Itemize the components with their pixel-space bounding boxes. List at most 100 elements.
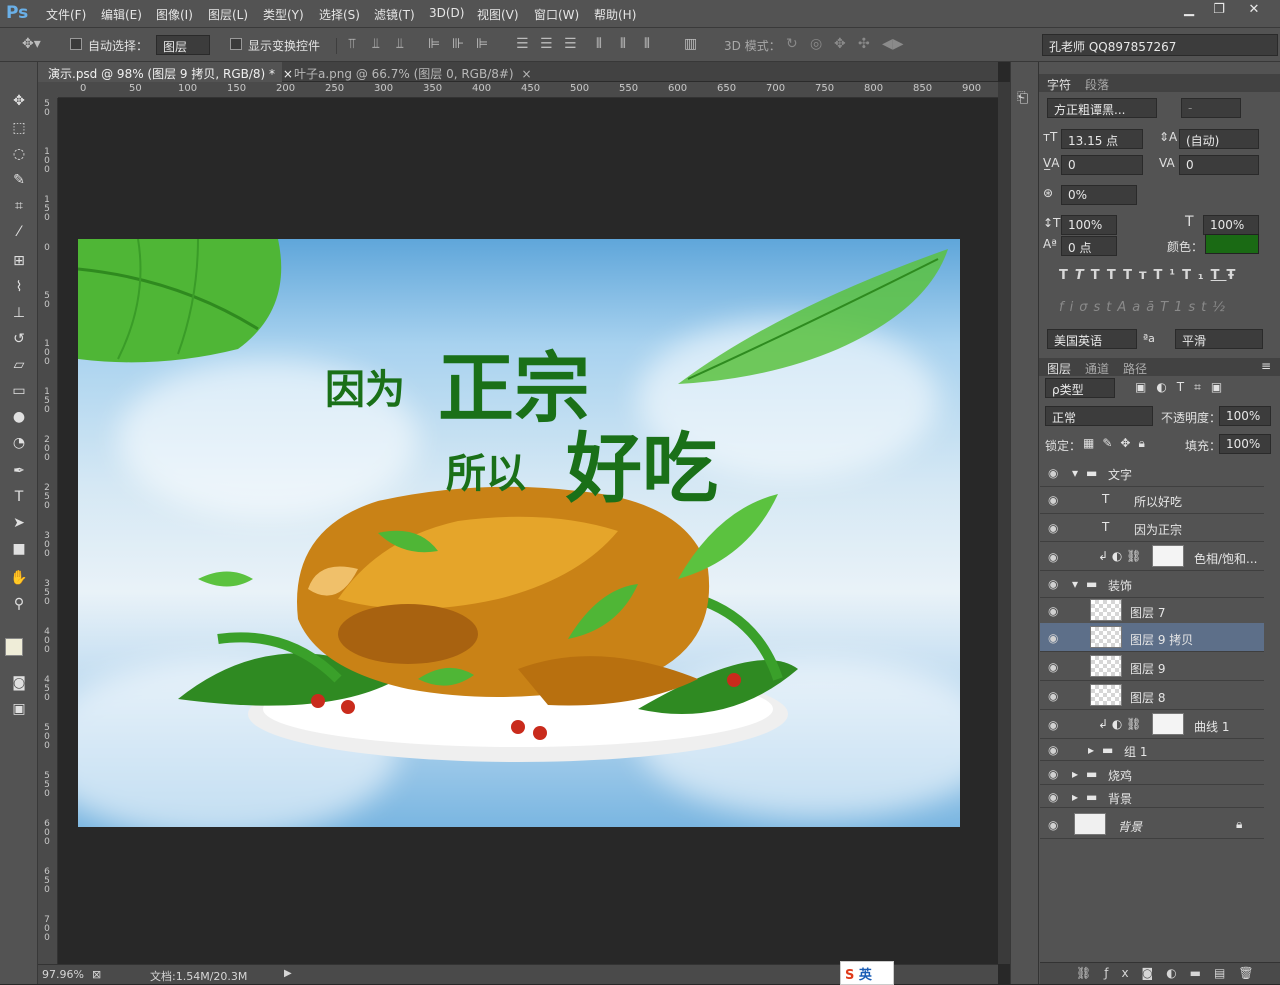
- layer-thumbnail[interactable]: [1090, 684, 1122, 706]
- layer-mask-thumbnail[interactable]: [1152, 713, 1184, 735]
- menu-type[interactable]: 类型(Y): [263, 6, 304, 23]
- path-select-tool-icon[interactable]: ➤: [7, 512, 31, 534]
- visibility-eye-icon[interactable]: ◉: [1048, 550, 1058, 564]
- status-menu-arrow-icon[interactable]: ▶: [284, 968, 292, 979]
- opacity-field[interactable]: 100%: [1219, 406, 1271, 426]
- 3d-rotate-icon[interactable]: ↻: [786, 36, 798, 52]
- visibility-eye-icon[interactable]: ◉: [1048, 818, 1058, 832]
- visibility-eye-icon[interactable]: ◉: [1048, 631, 1058, 645]
- align-top-icon[interactable]: ⫪: [348, 36, 356, 52]
- layer-row[interactable]: ◉ 图层 8: [1040, 681, 1264, 710]
- layer-row[interactable]: ◉ ▸ ▬ 背景: [1040, 785, 1264, 808]
- swash-icon[interactable]: A: [1117, 300, 1132, 315]
- canvas-scrollbar[interactable]: [998, 82, 1010, 964]
- distribute-hcenter-icon[interactable]: ⫴: [620, 36, 626, 52]
- tab-demo-psd[interactable]: 演示.psd @ 98% (图层 9 拷贝, RGB/8) * ×: [38, 62, 293, 82]
- menu-window[interactable]: 窗口(W): [534, 6, 579, 23]
- underline-icon[interactable]: T: [1211, 268, 1227, 283]
- tab-paragraph[interactable]: 段落: [1085, 76, 1109, 93]
- old-style-icon[interactable]: σ: [1079, 300, 1093, 315]
- fraction-icon[interactable]: ½: [1212, 300, 1231, 315]
- show-transform-checkbox[interactable]: [230, 38, 242, 50]
- layer-row[interactable]: ◉ ↲ ◐ ⛓ 曲线 1: [1040, 710, 1264, 739]
- eyedropper-tool-icon[interactable]: ⁄: [7, 221, 31, 243]
- layer-row[interactable]: ◉ ▸ ▬ 烧鸡: [1040, 762, 1264, 785]
- layer-filter-dropdown[interactable]: ρ类型: [1045, 378, 1115, 398]
- layer-thumbnail[interactable]: [1090, 655, 1122, 677]
- menu-help[interactable]: 帮助(H): [594, 6, 636, 23]
- menu-file[interactable]: 文件(F): [46, 6, 86, 23]
- discretionary-ligature-icon[interactable]: st: [1093, 300, 1117, 315]
- lock-icons[interactable]: ▦✎✥🔒︎: [1083, 436, 1153, 451]
- baseline-field[interactable]: 0 点: [1061, 236, 1117, 256]
- workspace-profile-dropdown[interactable]: 孔老师 QQ897857267: [1042, 34, 1278, 56]
- 3d-pan-icon[interactable]: ✥: [834, 36, 846, 52]
- tsume-field[interactable]: 0%: [1061, 185, 1137, 205]
- shape-tool-icon[interactable]: ■: [7, 538, 31, 560]
- tab-close-icon[interactable]: ×: [521, 67, 531, 81]
- 3d-roll-icon[interactable]: ◎: [810, 36, 822, 52]
- distribute-bottom-icon[interactable]: ☰: [564, 36, 577, 52]
- 3d-scale-icon[interactable]: ◀▶: [882, 36, 904, 52]
- align-right-icon[interactable]: ⊫: [476, 36, 488, 52]
- gradient-tool-icon[interactable]: ▭: [7, 380, 31, 402]
- dodge-tool-icon[interactable]: ◔: [7, 432, 31, 454]
- horizontal-scale-field[interactable]: 100%: [1203, 215, 1259, 235]
- expanded-arrow-icon[interactable]: ▾: [1072, 466, 1078, 480]
- visibility-eye-icon[interactable]: ◉: [1048, 660, 1058, 674]
- faux-italic-icon[interactable]: T: [1075, 268, 1091, 283]
- minimize-button[interactable]: ▁: [1174, 0, 1204, 20]
- stamp-tool-icon[interactable]: ⊥: [7, 302, 31, 324]
- move-tool-icon[interactable]: ✥: [7, 90, 31, 112]
- auto-select-checkbox[interactable]: [70, 38, 82, 50]
- foreground-color-swatch[interactable]: [5, 638, 23, 656]
- distribute-right-icon[interactable]: ⫴: [644, 36, 650, 52]
- crop-tool-icon[interactable]: ⌗: [7, 195, 31, 217]
- vertical-scale-field[interactable]: 100%: [1061, 215, 1117, 235]
- menu-layer[interactable]: 图层(L): [208, 6, 248, 23]
- zoom-tool-icon[interactable]: ⚲: [7, 593, 31, 615]
- restore-button[interactable]: ❐: [1204, 0, 1234, 20]
- layer-row[interactable]: ◉ ▾ ▬ 装饰: [1040, 569, 1264, 598]
- layer-mask-thumbnail[interactable]: [1152, 545, 1184, 567]
- layer-row[interactable]: ◉ ↲ ◐ ⛓ 色相/饱和...: [1040, 542, 1264, 571]
- leading-field[interactable]: (自动): [1179, 129, 1259, 149]
- quick-mask-icon[interactable]: ◙: [7, 672, 31, 694]
- text-color-swatch[interactable]: [1205, 234, 1259, 254]
- panel-menu-icon[interactable]: ≡: [1261, 359, 1271, 373]
- align-vcenter-icon[interactable]: ⫫: [372, 36, 380, 52]
- align-bottom-icon[interactable]: ⫫: [396, 36, 404, 52]
- visibility-eye-icon[interactable]: ◉: [1048, 743, 1058, 757]
- visibility-eye-icon[interactable]: ◉: [1048, 466, 1058, 480]
- blend-mode-dropdown[interactable]: 正常: [1045, 406, 1153, 426]
- visibility-eye-icon[interactable]: ◉: [1048, 521, 1058, 535]
- menu-filter[interactable]: 滤镜(T): [374, 6, 415, 23]
- brush-tool-icon[interactable]: ⌇: [7, 276, 31, 298]
- menu-edit[interactable]: 编辑(E): [101, 6, 142, 23]
- layer-row[interactable]: ◉ ▸ ▬ 组 1: [1040, 738, 1264, 761]
- layer-row[interactable]: ◉ T 因为正宗: [1040, 513, 1264, 542]
- faux-bold-icon[interactable]: T: [1059, 268, 1075, 283]
- quick-select-tool-icon[interactable]: ✎: [7, 169, 31, 191]
- visibility-eye-icon[interactable]: ◉: [1048, 767, 1058, 781]
- marquee-tool-icon[interactable]: ⬚: [7, 117, 31, 139]
- visibility-eye-icon[interactable]: ◉: [1048, 790, 1058, 804]
- distribute-vcenter-icon[interactable]: ☰: [540, 36, 553, 52]
- pen-tool-icon[interactable]: ✒: [7, 460, 31, 482]
- all-caps-icon[interactable]: TT: [1091, 268, 1123, 283]
- filter-icons[interactable]: ▣◐T⌗▣: [1135, 380, 1232, 395]
- fill-field[interactable]: 100%: [1219, 434, 1271, 454]
- align-hcenter-icon[interactable]: ⊪: [452, 36, 464, 52]
- titling-icon[interactable]: T: [1160, 300, 1174, 315]
- close-button[interactable]: ✕: [1236, 0, 1272, 20]
- ordinal-icon[interactable]: 1st: [1174, 300, 1212, 315]
- eraser-tool-icon[interactable]: ▱: [7, 354, 31, 376]
- blur-tool-icon[interactable]: ●: [7, 406, 31, 428]
- tracking-field[interactable]: 0: [1179, 155, 1259, 175]
- ligature-icon[interactable]: fi: [1059, 300, 1079, 315]
- lasso-tool-icon[interactable]: ◌: [7, 143, 31, 165]
- hand-tool-icon[interactable]: ✋: [7, 567, 31, 589]
- collapsed-arrow-icon[interactable]: ▸: [1072, 790, 1078, 804]
- font-style-dropdown[interactable]: -: [1181, 98, 1241, 118]
- stylistic-alt-icon[interactable]: aā: [1132, 300, 1160, 315]
